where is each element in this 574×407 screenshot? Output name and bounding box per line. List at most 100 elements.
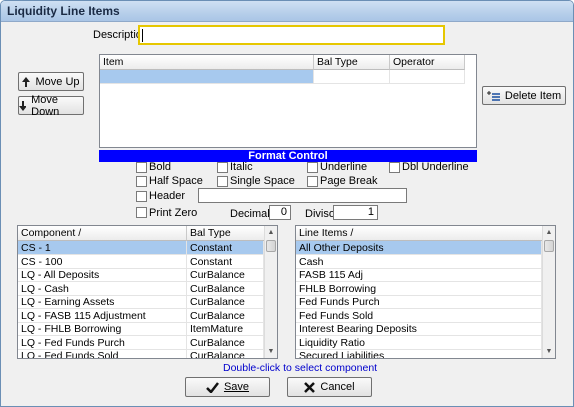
text-cursor	[142, 29, 143, 42]
lineitem-row[interactable]: Cash	[296, 254, 542, 269]
component-cell: LQ - FHLB Borrowing	[18, 322, 187, 336]
component-cell: LQ - All Deposits	[18, 268, 187, 282]
lineitem-row[interactable]: Interest Bearing Deposits	[296, 322, 542, 336]
move-up-label: Move Up	[35, 75, 80, 88]
delete-item-icon	[486, 90, 500, 101]
component-cell: CurBalance	[187, 308, 264, 323]
component-row[interactable]: LQ - FASB 115 Adjustment CurBalance	[18, 308, 264, 323]
print-zero-checkbox[interactable]	[136, 207, 147, 218]
scroll-thumb[interactable]	[544, 240, 554, 252]
lineitem-row[interactable]: Liquidity Ratio	[296, 335, 542, 350]
component-cell: CurBalance	[187, 335, 264, 350]
component-row[interactable]: LQ - Fed Funds Purch CurBalance	[18, 335, 264, 350]
component-cell: LQ - Earning Assets	[18, 295, 187, 309]
component-cell: Constant	[187, 254, 264, 269]
items-row[interactable]	[100, 70, 465, 84]
component-cell: CS - 100	[18, 254, 187, 269]
scroll-down-icon[interactable]: ▼	[543, 345, 555, 358]
lineitem-cell: Fed Funds Purch	[296, 295, 542, 309]
underline-checkbox[interactable]	[307, 162, 318, 173]
cancel-button[interactable]: Cancel	[287, 377, 372, 397]
lineitem-cell: FASB 115 Adj	[296, 268, 542, 282]
cancel-label: Cancel	[320, 381, 355, 393]
component-cell: ItemMature	[187, 322, 264, 336]
move-down-label: Move Down	[31, 93, 60, 118]
lineitem-cell: Liquidity Ratio	[296, 335, 542, 350]
lineitem-cell: Fed Funds Sold	[296, 308, 542, 323]
decimals-input[interactable]: 0	[269, 205, 291, 220]
component-cell: CurBalance	[187, 349, 264, 358]
single-space-label: Single Space	[230, 175, 295, 187]
items-col-item[interactable]: Item	[100, 55, 314, 70]
lineitem-cell: Interest Bearing Deposits	[296, 322, 542, 336]
bold-checkbox[interactable]	[136, 162, 147, 173]
window-title: Liquidity Line Items	[7, 4, 120, 18]
delete-item-label: Delete Item	[504, 89, 562, 102]
items-grid[interactable]: Item Bal Type Operator	[99, 54, 477, 148]
dbl-underline-checkbox[interactable]	[389, 162, 400, 173]
lineitem-cell: Secured Liabilities	[296, 349, 542, 358]
save-label: Save	[223, 381, 250, 393]
header-input[interactable]	[198, 188, 407, 203]
description-input[interactable]	[138, 25, 445, 45]
component-row[interactable]: LQ - Earning Assets CurBalance	[18, 295, 264, 309]
delete-item-button[interactable]: Delete Item	[482, 86, 566, 105]
component-cell: LQ - Fed Funds Sold	[18, 349, 187, 358]
italic-checkbox[interactable]	[217, 162, 228, 173]
lineitem-row[interactable]: Fed Funds Sold	[296, 308, 542, 323]
arrow-up-icon	[22, 76, 31, 87]
move-down-button[interactable]: Move Down	[18, 93, 84, 118]
lineitem-cell: Cash	[296, 254, 542, 269]
component-cell: CurBalance	[187, 281, 264, 296]
lineitem-row[interactable]: FASB 115 Adj	[296, 268, 542, 282]
save-button[interactable]: Save	[185, 377, 270, 397]
single-space-checkbox[interactable]	[217, 176, 228, 187]
component-col-component[interactable]: Component /	[18, 226, 187, 241]
items-cell-item	[100, 70, 314, 84]
scroll-up-icon[interactable]: ▲	[265, 226, 277, 239]
component-row[interactable]: LQ - Cash CurBalance	[18, 281, 264, 296]
lineitem-row[interactable]: All Other Deposits	[296, 241, 542, 255]
divisor-input[interactable]: 1	[333, 205, 378, 220]
items-cell-operator	[390, 70, 465, 84]
half-space-checkbox[interactable]	[136, 176, 147, 187]
scroll-thumb[interactable]	[266, 240, 276, 252]
component-row[interactable]: LQ - All Deposits CurBalance	[18, 268, 264, 282]
component-row[interactable]: CS - 100 Constant	[18, 254, 264, 269]
items-col-operator[interactable]: Operator	[390, 55, 465, 70]
component-row[interactable]: CS - 1 Constant	[18, 241, 264, 255]
title-bar: Liquidity Line Items	[1, 1, 573, 22]
component-col-baltype[interactable]: Bal Type	[187, 226, 265, 241]
scroll-up-icon[interactable]: ▲	[543, 226, 555, 239]
liquidity-line-items-window: Liquidity Line Items Description Move Up…	[0, 0, 574, 407]
dialog-body: Description Move Up Move Down Item Bal T…	[5, 22, 569, 402]
scroll-down-icon[interactable]: ▼	[265, 345, 277, 358]
component-cell: CS - 1	[18, 241, 187, 255]
component-cell: LQ - Cash	[18, 281, 187, 296]
items-cell-baltype	[314, 70, 390, 84]
header-checkbox[interactable]	[136, 191, 147, 202]
component-row[interactable]: LQ - Fed Funds Sold CurBalance	[18, 349, 264, 358]
bold-label: Bold	[149, 161, 172, 173]
lineitem-row[interactable]: FHLB Borrowing	[296, 281, 542, 296]
lineitem-row[interactable]: Secured Liabilities	[296, 349, 542, 358]
move-up-button[interactable]: Move Up	[18, 72, 84, 91]
lineitem-row[interactable]: Fed Funds Purch	[296, 295, 542, 309]
lineitems-scrollbar[interactable]: ▲ ▼	[542, 226, 555, 358]
lineitems-grid[interactable]: Line Items / All Other Deposits Cash FASB …	[295, 225, 556, 359]
component-cell: Constant	[187, 241, 264, 255]
component-cell: LQ - FASB 115 Adjustment	[18, 308, 187, 323]
lineitem-cell: All Other Deposits	[296, 241, 542, 255]
arrow-down-icon	[19, 100, 27, 111]
component-scrollbar[interactable]: ▲ ▼	[264, 226, 277, 358]
x-icon	[304, 381, 316, 393]
component-cell: CurBalance	[187, 268, 264, 282]
hint-text: Double-click to select component	[223, 362, 378, 374]
items-col-baltype[interactable]: Bal Type	[314, 55, 390, 70]
checkmark-icon	[206, 381, 219, 393]
lineitems-col-lineitems[interactable]: Line Items /	[296, 226, 543, 241]
component-cell: CurBalance	[187, 295, 264, 309]
page-break-checkbox[interactable]	[307, 176, 318, 187]
component-grid[interactable]: Component / Bal Type CS - 1 Constant CS - …	[17, 225, 278, 359]
component-row[interactable]: LQ - FHLB Borrowing ItemMature	[18, 322, 264, 336]
